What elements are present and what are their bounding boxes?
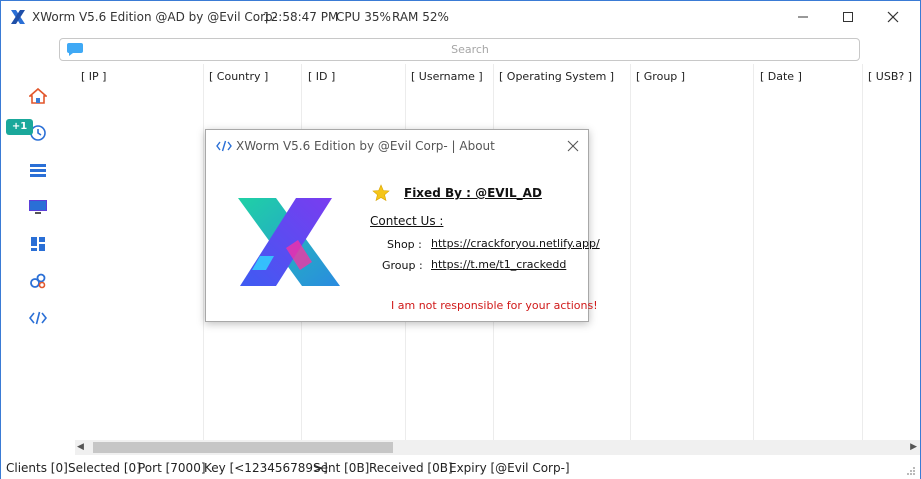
status-port: Port [7000] (138, 461, 206, 475)
minimize-button[interactable] (783, 5, 823, 29)
ram-readout: RAM 52% (392, 10, 449, 24)
column-header-id[interactable]: [ ID ] (308, 70, 335, 83)
sidebar-item-code[interactable] (27, 307, 49, 329)
code-icon (216, 140, 232, 152)
column-separator (630, 64, 631, 440)
resize-grip-icon[interactable] (906, 466, 916, 476)
xworm-logo-icon (238, 198, 340, 286)
column-header-username[interactable]: [ Username ] (411, 70, 483, 83)
status-clients: Clients [0] (6, 461, 68, 475)
chat-bubble-icon (67, 43, 83, 56)
sidebar-item-dashboard[interactable] (27, 233, 49, 255)
column-separator (862, 64, 863, 440)
status-received: Received [0B] (369, 461, 453, 475)
status-expiry: Expiry [@Evil Corp-] (449, 461, 570, 475)
scroll-left-icon[interactable]: ◀ (77, 442, 84, 452)
horizontal-scrollbar[interactable]: ◀ ▶ (75, 440, 920, 455)
sidebar-item-list[interactable] (27, 159, 49, 181)
notification-badge: +1 (6, 119, 33, 135)
home-icon (29, 87, 47, 104)
window-title: XWorm V5.6 Edition @AD by @Evil Corp- (32, 10, 277, 24)
sidebar-item-settings[interactable] (27, 270, 49, 292)
shop-link[interactable]: https://crackforyou.netlify.app/ (431, 237, 600, 250)
about-close-button[interactable] (564, 137, 582, 155)
settings-icon (30, 273, 46, 289)
xworm-logo-icon (11, 10, 25, 24)
close-button[interactable] (873, 5, 913, 29)
scrollbar-thumb[interactable] (93, 442, 393, 453)
status-bar: Clients [0] Selected [0] Port [7000] Key… (1, 457, 920, 479)
clock-readout: 12:58:47 PM (263, 10, 339, 24)
search-input[interactable] (90, 41, 850, 58)
shop-label: Shop : (387, 238, 422, 251)
column-separator (203, 64, 204, 440)
column-header-ip[interactable]: [ IP ] (81, 70, 106, 83)
code-icon (29, 311, 47, 325)
column-header-date[interactable]: [ Date ] (760, 70, 802, 83)
about-dialog-title: XWorm V5.6 Edition by @Evil Corp- | Abou… (236, 139, 495, 153)
maximize-icon (843, 12, 853, 22)
main-window: XWorm V5.6 Edition @AD by @Evil Corp- 12… (0, 0, 921, 479)
title-bar[interactable]: XWorm V5.6 Edition @AD by @Evil Corp- 12… (1, 1, 920, 33)
group-label: Group : (382, 259, 423, 272)
column-header-usb[interactable]: [ USB? ] (868, 70, 912, 83)
column-separator (753, 64, 754, 440)
maximize-button[interactable] (828, 5, 868, 29)
cpu-readout: CPU 35% (336, 10, 391, 24)
status-sent: Sent [0B] (313, 461, 370, 475)
status-key: Key [<123456789>] (204, 461, 328, 475)
column-header-country[interactable]: [ Country ] (209, 70, 268, 83)
scroll-right-icon[interactable]: ▶ (910, 442, 917, 452)
close-icon (887, 11, 899, 23)
contact-heading: Contect Us : (370, 214, 444, 228)
dashboard-icon (31, 237, 45, 251)
list-icon (30, 164, 46, 177)
about-dialog: XWorm V5.6 Edition by @Evil Corp- | Abou… (205, 129, 600, 322)
sidebar-item-monitor[interactable] (27, 196, 49, 218)
monitor-icon (29, 200, 47, 214)
sidebar-item-home[interactable] (27, 85, 49, 107)
disclaimer-text: I am not responsible for your actions! (391, 299, 598, 312)
close-icon (567, 140, 579, 152)
fixed-by-text: Fixed By : @EVIL_AD (404, 186, 542, 200)
search-box[interactable] (59, 38, 860, 61)
column-header-os[interactable]: [ Operating System ] (499, 70, 614, 83)
status-selected: Selected [0] (68, 461, 141, 475)
group-link[interactable]: https://t.me/t1_crackedd (431, 258, 566, 271)
star-icon (372, 184, 390, 202)
minimize-icon (798, 16, 808, 18)
column-header-group[interactable]: [ Group ] (636, 70, 685, 83)
